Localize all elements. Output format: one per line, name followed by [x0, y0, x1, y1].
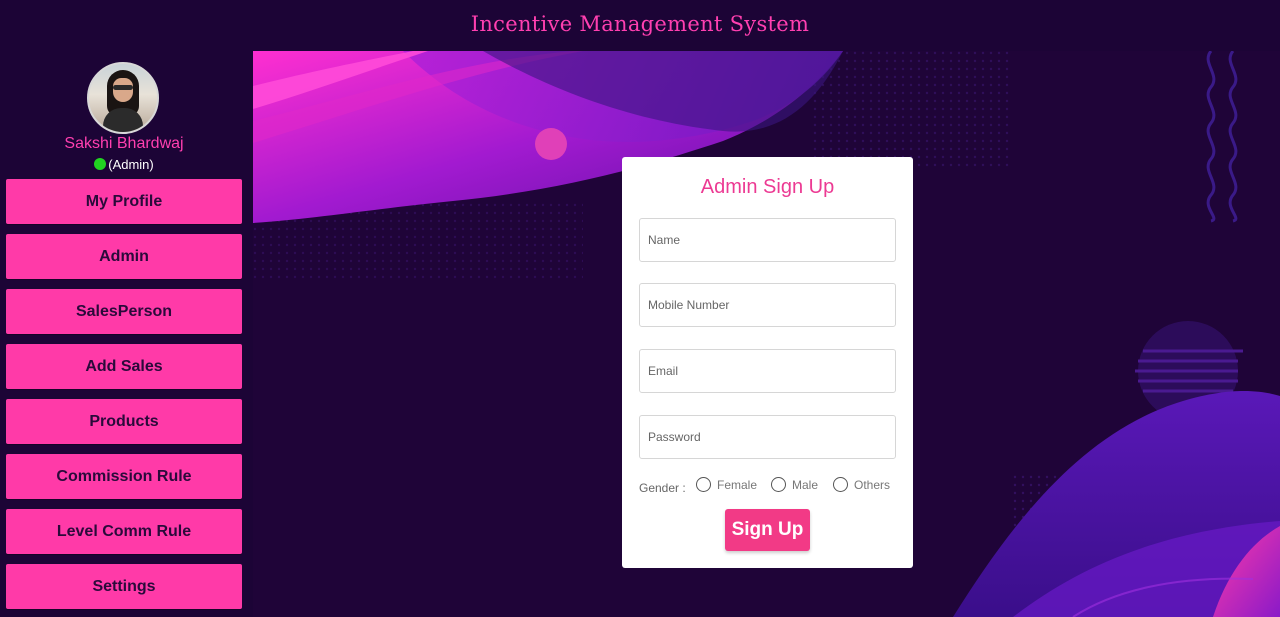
gender-label: Gender : [639, 481, 686, 495]
sidebar-item-label: SalesPerson [75, 303, 173, 320]
main-content: Admin Sign Up Gender : Female Male Other… [253, 51, 1280, 617]
password-input[interactable] [639, 415, 896, 459]
user-name: Sakshi Bhardwaj [64, 135, 184, 152]
sidebar-item-label: Commission Rule [56, 468, 192, 485]
sidebar-item-my-profile[interactable]: My Profile [6, 179, 242, 224]
radio-circle-icon[interactable] [771, 477, 786, 492]
user-role: (Admin) [108, 157, 154, 172]
gender-option-label: Male [792, 477, 819, 492]
sidebar-item-label: Admin [99, 248, 149, 265]
sidebar-item-label: Add Sales [85, 358, 163, 375]
gender-option-label: Female [717, 477, 758, 492]
sidebar: Sakshi Bhardwaj (Admin) My Profile Admin… [0, 51, 250, 617]
sidebar-item-settings[interactable]: Settings [6, 564, 242, 609]
gender-option-label: Others [854, 477, 891, 492]
avatar-body [103, 108, 143, 132]
email-input[interactable] [639, 349, 896, 393]
radio-circle-icon[interactable] [833, 477, 848, 492]
sidebar-item-label: Products [89, 413, 159, 430]
avatar-face [113, 78, 133, 102]
online-status-icon [94, 158, 107, 170]
sidebar-item-commission-rule[interactable]: Commission Rule [6, 454, 242, 499]
sidebar-item-products[interactable]: Products [6, 399, 242, 444]
sidebar-item-salesperson[interactable]: SalesPerson [6, 289, 242, 334]
gender-others-radio[interactable]: Others [833, 477, 890, 492]
signup-card: Admin Sign Up Gender : Female Male Other… [622, 157, 913, 568]
app-title: Incentive Management System [470, 12, 810, 36]
name-input[interactable] [639, 218, 896, 262]
gender-group: Gender : Female Male Others [639, 477, 909, 499]
sidebar-item-label: Level Comm Rule [56, 523, 192, 540]
mobile-number-input[interactable] [639, 283, 896, 327]
sidebar-item-add-sales[interactable]: Add Sales [6, 344, 242, 389]
user-role-line: (Admin) [0, 157, 248, 172]
page: Incentive Management System Sakshi Bhard… [0, 0, 1280, 617]
form-title: Admin Sign Up [700, 176, 835, 198]
sidebar-item-admin[interactable]: Admin [6, 234, 242, 279]
sidebar-item-label: My Profile [85, 193, 163, 210]
avatar-sunglasses [113, 85, 133, 90]
gender-male-radio[interactable]: Male [771, 477, 818, 492]
avatar [87, 62, 159, 134]
radio-circle-icon[interactable] [696, 477, 711, 492]
gender-female-radio[interactable]: Female [696, 477, 757, 492]
sidebar-nav: My Profile Admin SalesPerson Add Sales P… [6, 179, 242, 617]
sign-up-button[interactable]: Sign Up [725, 509, 810, 551]
sidebar-item-label: Settings [92, 578, 156, 595]
sidebar-item-level-comm-rule[interactable]: Level Comm Rule [6, 509, 242, 554]
